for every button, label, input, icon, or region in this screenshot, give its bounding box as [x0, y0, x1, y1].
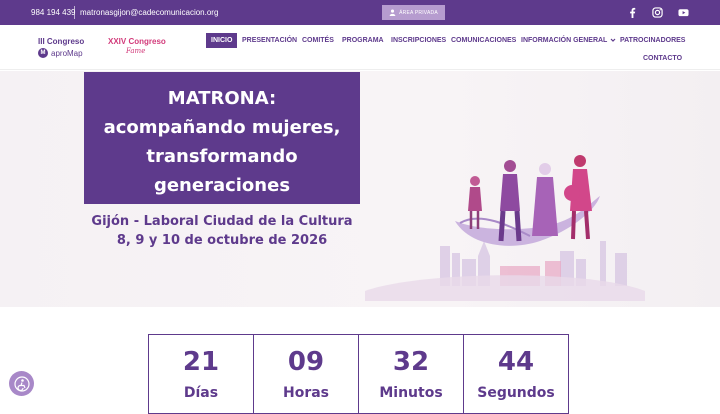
logo2-sub: Fame — [126, 47, 146, 55]
chevron-down-icon — [610, 38, 616, 43]
countdown-hours-label: Horas — [282, 385, 330, 401]
nav-contacto[interactable]: CONTACTO — [643, 55, 682, 62]
hero-title-line-3: transformando — [146, 146, 298, 167]
countdown-seconds-value: 44 — [497, 347, 535, 377]
nav-informacion-general[interactable]: INFORMACIÓN GENERAL — [521, 37, 616, 44]
nav-inicio[interactable]: INICIO — [206, 33, 238, 48]
nav-presentacion[interactable]: PRESENTACIÓN — [242, 37, 297, 44]
hero-title-box: MATRONA: acompañando mujeres, transforma… — [84, 72, 360, 204]
countdown-minutes-label: Minutos — [379, 385, 443, 401]
countdown-minutes-value: 32 — [392, 347, 430, 377]
logo2-title: XXIV Congreso — [108, 37, 166, 46]
hero-location-line: Gijón - Laboral Ciudad de la Cultura — [91, 214, 353, 229]
hero-title-line-1: MATRONA: — [167, 88, 277, 109]
email-link[interactable]: matronasgijon@cadecomunicacion.org — [80, 8, 218, 17]
hero-location: Gijón - Laboral Ciudad de la Cultura 8, … — [84, 212, 360, 250]
countdown-seconds: 44 Segundos — [463, 334, 569, 414]
countdown-minutes: 32 Minutos — [358, 334, 464, 414]
site-header: III Congreso M aproMap XXIV Congreso Fam… — [0, 25, 720, 70]
accessibility-icon — [13, 375, 30, 392]
instagram-icon[interactable] — [652, 7, 663, 18]
apromap-logo[interactable]: III Congreso M aproMap — [38, 37, 84, 58]
phone-number[interactable]: 984 194 439 — [31, 8, 76, 17]
apromap-mark-icon: M — [38, 48, 48, 58]
top-bar: 984 194 439 matronasgijon@cadecomunicaci… — [0, 0, 720, 25]
countdown-hours: 09 Horas — [253, 334, 359, 414]
countdown-days-label: Días — [183, 385, 219, 401]
hero-dates-line: 8, 9 y 10 de octubre de 2026 — [116, 233, 328, 248]
countdown-days: 21 Días — [148, 334, 254, 414]
private-area-label: ÁREA PRIVADA — [399, 9, 438, 16]
nav-inscripciones[interactable]: INSCRIPCIONES — [391, 37, 446, 44]
nav-comunicaciones[interactable]: COMUNICACIONES — [451, 37, 516, 44]
nav-programa[interactable]: PROGRAMA — [342, 37, 384, 44]
fame-logo[interactable]: XXIV Congreso Fame — [108, 37, 166, 55]
countdown-hours-value: 09 — [287, 347, 325, 377]
nav-comites[interactable]: COMITÉS — [302, 37, 334, 44]
logo1-title: III Congreso — [38, 37, 85, 46]
private-area-button[interactable]: ÁREA PRIVADA — [382, 5, 445, 20]
hero-title-line-2: acompañando mujeres, — [103, 117, 341, 138]
user-icon — [389, 9, 396, 16]
youtube-icon[interactable] — [678, 7, 689, 18]
nav-patrocinadores[interactable]: PATROCINADORES — [620, 37, 685, 44]
facebook-icon[interactable] — [627, 7, 638, 18]
hero-title-line-4: generaciones — [153, 175, 291, 196]
logo1-brand: aproMap — [51, 48, 83, 58]
hero-section: MATRONA: acompañando mujeres, transforma… — [0, 71, 720, 307]
countdown-seconds-label: Segundos — [477, 385, 555, 401]
nav-informacion-general-label: INFORMACIÓN GENERAL — [521, 37, 608, 44]
countdown-days-value: 21 — [182, 347, 220, 377]
accessibility-button[interactable] — [9, 371, 34, 396]
countdown: 21 Días 09 Horas 32 Minutos 44 Segundos — [148, 334, 569, 414]
topbar-separator — [74, 6, 75, 19]
